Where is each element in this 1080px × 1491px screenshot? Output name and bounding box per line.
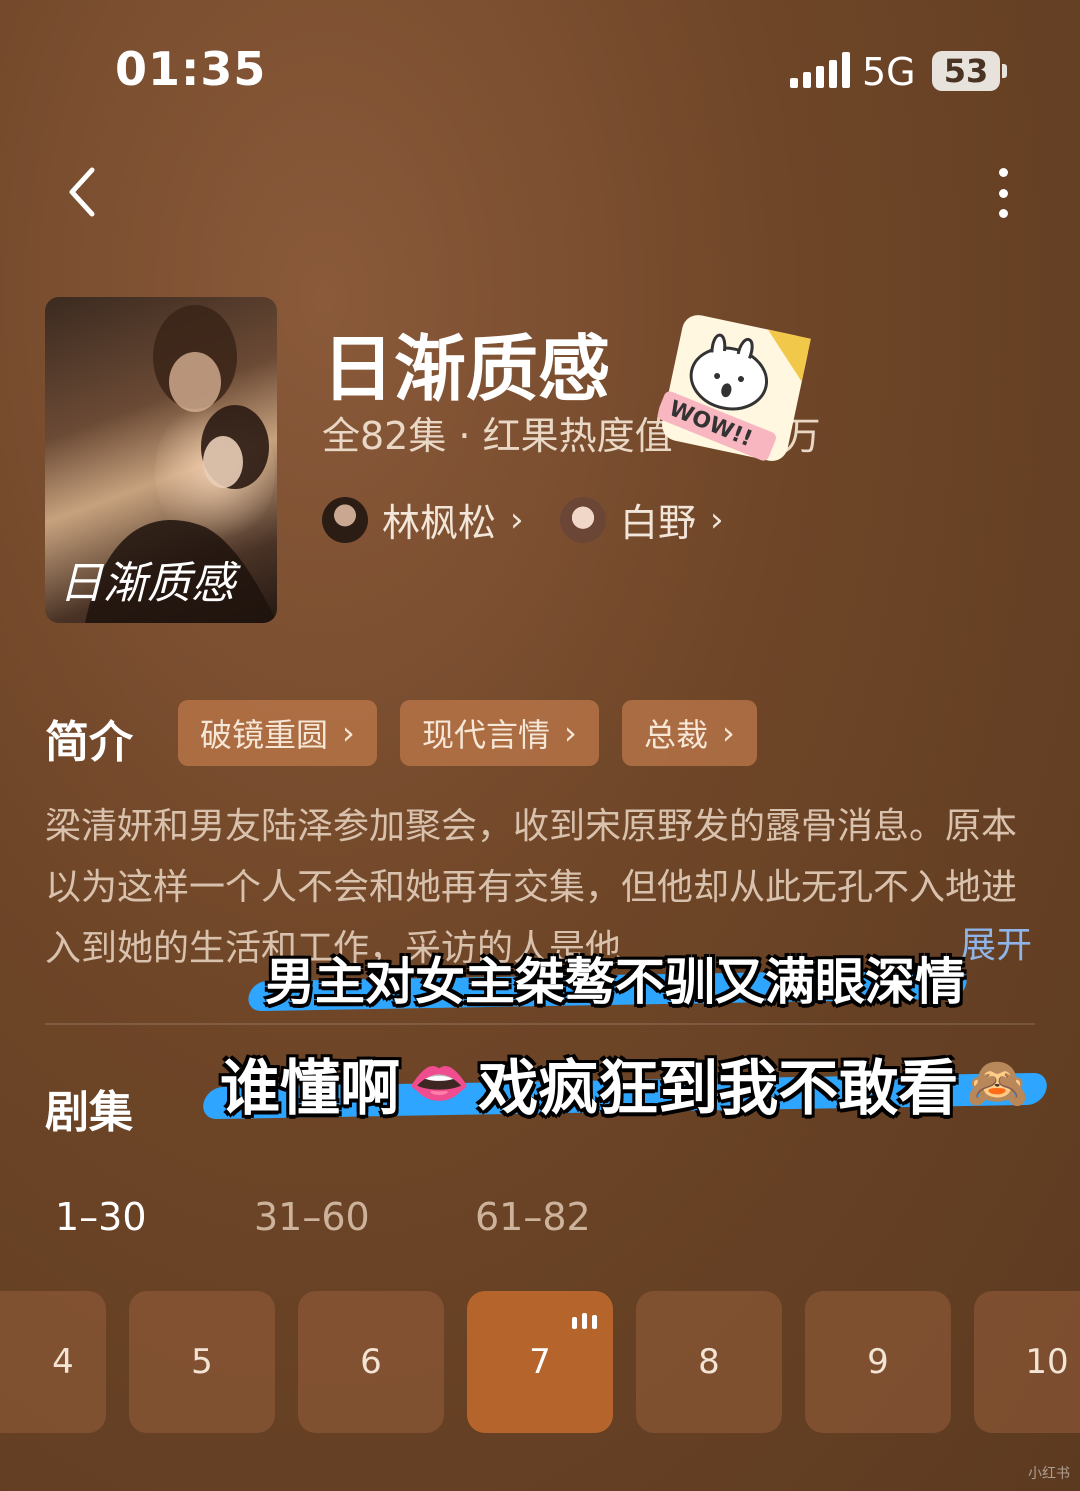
network-type: 5G	[862, 50, 916, 94]
battery-tip	[1002, 64, 1007, 78]
back-icon[interactable]	[58, 162, 118, 222]
poster-image[interactable]: 日渐质感	[45, 297, 277, 623]
caption-line-1: 男主对女主桀骜不驯又满眼深情	[265, 953, 965, 1011]
range-tab[interactable]: 1–30	[55, 1195, 147, 1239]
lips-icon: 👄	[408, 1054, 471, 1112]
intro-label: 简介	[45, 717, 133, 768]
episode-tile[interactable]: 8	[636, 1291, 782, 1433]
tag-chip[interactable]: 现代言情 ›	[400, 700, 599, 766]
episode-tile[interactable]: 9	[805, 1291, 951, 1433]
episode-tile[interactable]: 10	[974, 1291, 1080, 1433]
episode-number: 5	[191, 1342, 213, 1382]
show-title: 日渐质感	[322, 327, 611, 411]
watermark: 小红书	[1028, 1466, 1070, 1482]
show-meta-text: 全82集 · 红果热度值	[322, 414, 673, 458]
range-tab[interactable]: 61–82	[475, 1195, 591, 1239]
avatar	[322, 496, 368, 543]
chevron-right-icon: ›	[710, 499, 724, 540]
tag-chip[interactable]: 破镜重圆 ›	[178, 700, 377, 766]
battery-icon: 53	[932, 51, 1000, 91]
chevron-right-icon: ›	[722, 714, 735, 752]
episode-tile[interactable]: 6	[298, 1291, 444, 1433]
poster-title: 日渐质感	[59, 558, 235, 609]
episode-tile[interactable]: 5	[129, 1291, 275, 1433]
tag-label: 现代言情	[422, 716, 551, 754]
actor-link[interactable]: 白野 ›	[560, 492, 724, 547]
range-tab[interactable]: 31–60	[254, 1195, 370, 1239]
more-icon[interactable]	[990, 168, 1016, 218]
caption-line-2: 谁懂啊 👄 戏疯狂到我不敢看 🙈	[220, 1040, 1029, 1127]
status-time: 01:35	[115, 42, 267, 96]
episode-number: 8	[698, 1342, 720, 1382]
playing-icon	[572, 1313, 597, 1329]
episodes-label: 剧集	[45, 1087, 133, 1138]
actor-link[interactable]: 林枫松 ›	[322, 492, 524, 547]
actor-name: 白野	[620, 501, 697, 545]
episode-number: 7	[529, 1342, 551, 1382]
chevron-right-icon: ›	[564, 714, 577, 752]
episode-tile-active[interactable]: 7	[467, 1291, 613, 1433]
episode-tile[interactable]: 4	[0, 1291, 106, 1433]
divider	[45, 1023, 1035, 1025]
episode-number: 10	[1025, 1342, 1069, 1382]
actor-name: 林枫松	[382, 501, 497, 545]
wow-sticker: WOW!!	[652, 305, 818, 471]
monkey-icon: 🙈	[966, 1054, 1029, 1112]
chevron-right-icon: ›	[510, 499, 524, 540]
caption-text: 谁懂啊	[220, 1054, 400, 1124]
tag-label: 破镜重圆	[200, 716, 329, 754]
avatar	[560, 496, 606, 543]
signal-icon	[790, 52, 850, 88]
chevron-right-icon: ›	[342, 714, 355, 752]
episode-number: 6	[360, 1342, 382, 1382]
episode-number: 9	[867, 1342, 889, 1382]
expand-link[interactable]: 展开	[960, 916, 1032, 968]
tag-chip[interactable]: 总裁 ›	[622, 700, 757, 766]
caption-text: 戏疯狂到我不敢看	[478, 1054, 959, 1124]
tag-label: 总裁	[644, 716, 709, 754]
episode-number: 4	[52, 1342, 74, 1382]
